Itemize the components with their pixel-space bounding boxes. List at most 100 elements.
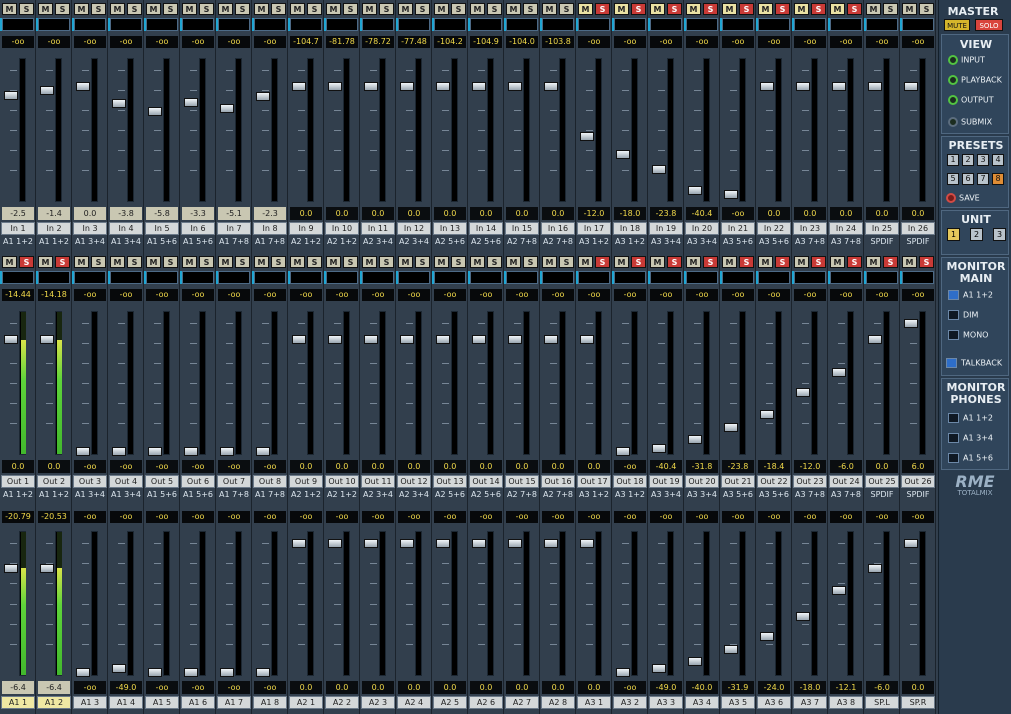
mute-button[interactable]: M [254,256,269,268]
solo-button[interactable]: S [739,256,754,268]
gain-value[interactable]: -oo [614,460,646,473]
gain-value[interactable]: -oo [254,681,286,694]
channel-route[interactable]: A3 3+4 [648,236,684,248]
fader-track[interactable] [91,58,98,202]
channel-route[interactable]: A3 1+2 [612,236,648,248]
solo-button[interactable]: S [847,256,862,268]
channel-label[interactable]: Out 15 [505,475,539,488]
solo-button[interactable]: S [55,3,70,15]
gain-value[interactable]: 0.0 [362,460,394,473]
mute-button[interactable]: M [38,3,53,15]
channel-route[interactable]: A1 7+8 [216,489,252,501]
fader-knob[interactable] [508,335,522,344]
fader-knob[interactable] [868,335,882,344]
channel-label[interactable]: Out 14 [469,475,503,488]
fader-track[interactable] [271,531,278,676]
gain-value[interactable]: 0.0 [74,207,106,220]
fader-track[interactable] [523,531,530,676]
channel-label[interactable]: Out 12 [397,475,431,488]
channel-label[interactable]: In 19 [649,222,683,235]
gain-value[interactable]: 0.0 [326,460,358,473]
unit-3-button[interactable]: 3 [993,228,1006,241]
channel-name-field[interactable] [146,271,178,284]
gain-value[interactable]: -18.4 [758,460,790,473]
channel-route[interactable]: A2 7+8 [540,236,576,248]
mute-button[interactable]: M [470,3,485,15]
channel-label[interactable]: In 21 [721,222,755,235]
channel-label[interactable]: A3 1 [577,696,611,709]
channel-label[interactable]: Out 13 [433,475,467,488]
channel-name-field[interactable] [326,271,358,284]
fader-knob[interactable] [616,668,630,677]
gain-value[interactable]: -3.8 [110,207,142,220]
fader-track[interactable] [127,311,134,455]
channel-label[interactable]: Out 21 [721,475,755,488]
fader-knob[interactable] [400,539,414,548]
fader-track[interactable] [775,58,782,202]
mute-button[interactable]: M [542,256,557,268]
channel-label[interactable]: In 7 [217,222,251,235]
mute-button[interactable]: M [254,3,269,15]
gain-value[interactable]: 0.0 [470,460,502,473]
fader-knob[interactable] [328,82,342,91]
fader-track[interactable] [811,58,818,202]
preset-save-button[interactable]: SAVE [946,193,980,203]
mute-button[interactable]: M [110,256,125,268]
channel-label[interactable]: Out 20 [685,475,719,488]
solo-button[interactable]: S [199,256,214,268]
gain-value[interactable]: 0.0 [542,460,574,473]
solo-button[interactable]: S [127,3,142,15]
channel-name-field[interactable] [434,271,466,284]
channel-label[interactable]: A3 8 [829,696,863,709]
gain-value[interactable]: -6.4 [2,681,34,694]
fader-knob[interactable] [508,82,522,91]
fader-knob[interactable] [796,388,810,397]
fader-track[interactable] [487,531,494,676]
channel-label[interactable]: In 24 [829,222,863,235]
mute-button[interactable]: M [326,3,341,15]
fader-track[interactable] [811,531,818,676]
channel-route[interactable]: A1 5+6 [180,236,216,248]
gain-value[interactable]: -3.3 [182,207,214,220]
channel-name-field[interactable] [614,18,646,31]
fader-knob[interactable] [328,539,342,548]
fader-knob[interactable] [76,447,90,456]
fader-knob[interactable] [364,335,378,344]
fader-track[interactable] [919,531,926,676]
fader-knob[interactable] [328,335,342,344]
channel-name-field[interactable] [830,271,862,284]
gain-value[interactable]: -2.3 [254,207,286,220]
solo-button[interactable]: S [523,3,538,15]
channel-label[interactable]: Out 11 [361,475,395,488]
channel-name-field[interactable] [254,18,286,31]
mute-button[interactable]: M [686,256,701,268]
fader-track[interactable] [343,311,350,455]
gain-value[interactable]: 0.0 [506,681,538,694]
fader-track[interactable] [307,311,314,455]
fader-knob[interactable] [364,539,378,548]
channel-label[interactable]: Out 22 [757,475,791,488]
fader-knob[interactable] [76,82,90,91]
fader-knob[interactable] [652,165,666,174]
channel-route[interactable]: A1 7+8 [252,489,288,501]
fader-track[interactable] [235,311,242,455]
channel-route[interactable]: A3 3+4 [648,489,684,501]
channel-label[interactable]: In 2 [37,222,71,235]
gain-value[interactable]: 0.0 [758,207,790,220]
gain-value[interactable]: 0.0 [470,681,502,694]
fader-knob[interactable] [688,435,702,444]
channel-name-field[interactable] [218,18,250,31]
fader-track[interactable] [667,311,674,455]
fader-track[interactable] [19,58,26,202]
channel-route[interactable]: A1 3+4 [72,489,108,501]
channel-name-field[interactable] [398,271,430,284]
channel-route[interactable]: A1 1+2 [0,236,36,248]
gain-value[interactable]: 0.0 [362,207,394,220]
solo-button[interactable]: S [163,3,178,15]
fader-knob[interactable] [652,664,666,673]
fader-knob[interactable] [112,447,126,456]
gain-value[interactable]: 0.0 [290,681,322,694]
channel-name-field[interactable] [542,18,574,31]
gain-value[interactable]: 0.0 [578,460,610,473]
gain-value[interactable]: -6.0 [830,460,862,473]
